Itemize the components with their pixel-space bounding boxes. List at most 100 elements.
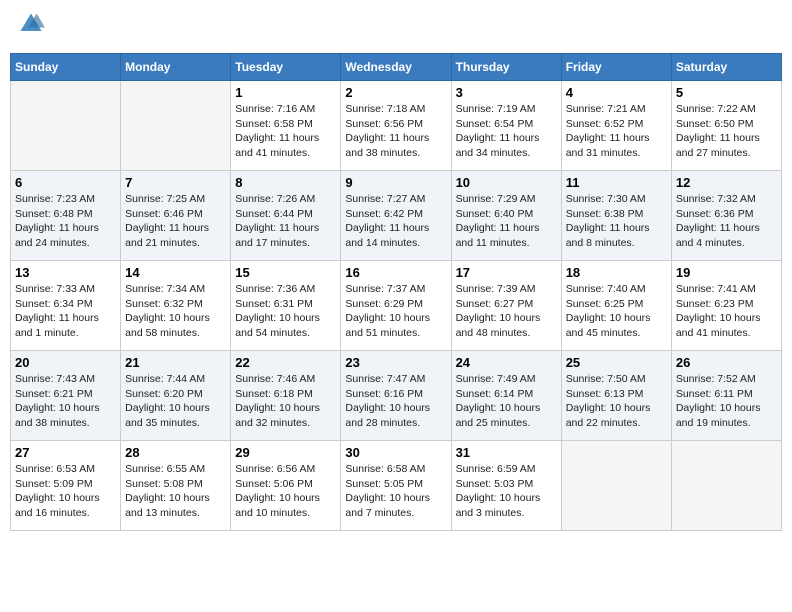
- weekday-header: Thursday: [451, 54, 561, 81]
- calendar-day-cell: 19 Sunrise: 7:41 AM Sunset: 6:23 PM Dayli…: [671, 261, 781, 351]
- calendar-day-cell: 29 Sunrise: 6:56 AM Sunset: 5:06 PM Dayli…: [231, 441, 341, 531]
- calendar-day-cell: 6 Sunrise: 7:23 AM Sunset: 6:48 PM Daylig…: [11, 171, 121, 261]
- calendar-day-cell: 26 Sunrise: 7:52 AM Sunset: 6:11 PM Dayli…: [671, 351, 781, 441]
- calendar-day-cell: [121, 81, 231, 171]
- calendar-day-cell: [561, 441, 671, 531]
- weekday-header: Saturday: [671, 54, 781, 81]
- calendar-day-cell: 30 Sunrise: 6:58 AM Sunset: 5:05 PM Dayli…: [341, 441, 451, 531]
- day-number: 30: [345, 445, 446, 460]
- day-info: Sunrise: 7:37 AM Sunset: 6:29 PM Dayligh…: [345, 282, 446, 341]
- weekday-header: Monday: [121, 54, 231, 81]
- day-info: Sunrise: 7:44 AM Sunset: 6:20 PM Dayligh…: [125, 372, 226, 431]
- day-number: 13: [15, 265, 116, 280]
- day-info: Sunrise: 7:36 AM Sunset: 6:31 PM Dayligh…: [235, 282, 336, 341]
- day-number: 1: [235, 85, 336, 100]
- day-number: 9: [345, 175, 446, 190]
- calendar-day-cell: 24 Sunrise: 7:49 AM Sunset: 6:14 PM Dayli…: [451, 351, 561, 441]
- day-info: Sunrise: 7:32 AM Sunset: 6:36 PM Dayligh…: [676, 192, 777, 251]
- day-number: 28: [125, 445, 226, 460]
- calendar-day-cell: 4Sunrise: 7:21 AM Sunset: 6:52 PM Daylig…: [561, 81, 671, 171]
- weekday-header: Sunday: [11, 54, 121, 81]
- day-number: 29: [235, 445, 336, 460]
- calendar-day-cell: 15 Sunrise: 7:36 AM Sunset: 6:31 PM Dayli…: [231, 261, 341, 351]
- day-number: 17: [456, 265, 557, 280]
- day-info: Sunrise: 6:58 AM Sunset: 5:05 PM Dayligh…: [345, 462, 446, 521]
- calendar-week-row: 27 Sunrise: 6:53 AM Sunset: 5:09 PM Dayli…: [11, 441, 782, 531]
- calendar-day-cell: 12 Sunrise: 7:32 AM Sunset: 6:36 PM Dayli…: [671, 171, 781, 261]
- day-number: 2: [345, 85, 446, 100]
- calendar-day-cell: 18 Sunrise: 7:40 AM Sunset: 6:25 PM Dayli…: [561, 261, 671, 351]
- day-number: 23: [345, 355, 446, 370]
- day-number: 14: [125, 265, 226, 280]
- day-info: Sunrise: 7:23 AM Sunset: 6:48 PM Dayligh…: [15, 192, 116, 251]
- day-number: 18: [566, 265, 667, 280]
- calendar-day-cell: [11, 81, 121, 171]
- day-info: Sunrise: 7:46 AM Sunset: 6:18 PM Dayligh…: [235, 372, 336, 431]
- day-info: Sunrise: 7:40 AM Sunset: 6:25 PM Dayligh…: [566, 282, 667, 341]
- calendar-day-cell: 21 Sunrise: 7:44 AM Sunset: 6:20 PM Dayli…: [121, 351, 231, 441]
- day-number: 8: [235, 175, 336, 190]
- weekday-header: Friday: [561, 54, 671, 81]
- calendar-day-cell: 9 Sunrise: 7:27 AM Sunset: 6:42 PM Daylig…: [341, 171, 451, 261]
- day-info: Sunrise: 7:22 AM Sunset: 6:50 PM Dayligh…: [676, 102, 777, 161]
- logo: [15, 10, 45, 43]
- day-number: 3: [456, 85, 557, 100]
- day-number: 5: [676, 85, 777, 100]
- calendar-week-row: 13 Sunrise: 7:33 AM Sunset: 6:34 PM Dayli…: [11, 261, 782, 351]
- calendar-day-cell: 22 Sunrise: 7:46 AM Sunset: 6:18 PM Dayli…: [231, 351, 341, 441]
- day-number: 11: [566, 175, 667, 190]
- calendar-table: SundayMondayTuesdayWednesdayThursdayFrid…: [10, 53, 782, 531]
- day-number: 25: [566, 355, 667, 370]
- calendar-day-cell: 7 Sunrise: 7:25 AM Sunset: 6:46 PM Daylig…: [121, 171, 231, 261]
- calendar-day-cell: 17 Sunrise: 7:39 AM Sunset: 6:27 PM Dayli…: [451, 261, 561, 351]
- page-header: [10, 10, 782, 43]
- day-number: 7: [125, 175, 226, 190]
- day-info: Sunrise: 7:41 AM Sunset: 6:23 PM Dayligh…: [676, 282, 777, 341]
- day-number: 12: [676, 175, 777, 190]
- day-info: Sunrise: 7:39 AM Sunset: 6:27 PM Dayligh…: [456, 282, 557, 341]
- weekday-header: Wednesday: [341, 54, 451, 81]
- day-number: 6: [15, 175, 116, 190]
- day-number: 15: [235, 265, 336, 280]
- day-number: 31: [456, 445, 557, 460]
- day-info: Sunrise: 6:56 AM Sunset: 5:06 PM Dayligh…: [235, 462, 336, 521]
- day-number: 16: [345, 265, 446, 280]
- day-info: Sunrise: 7:43 AM Sunset: 6:21 PM Dayligh…: [15, 372, 116, 431]
- calendar-day-cell: 10 Sunrise: 7:29 AM Sunset: 6:40 PM Dayli…: [451, 171, 561, 261]
- calendar-week-row: 20 Sunrise: 7:43 AM Sunset: 6:21 PM Dayli…: [11, 351, 782, 441]
- day-number: 10: [456, 175, 557, 190]
- day-info: Sunrise: 7:52 AM Sunset: 6:11 PM Dayligh…: [676, 372, 777, 431]
- day-info: Sunrise: 7:34 AM Sunset: 6:32 PM Dayligh…: [125, 282, 226, 341]
- day-info: Sunrise: 7:21 AM Sunset: 6:52 PM Dayligh…: [566, 102, 667, 161]
- day-info: Sunrise: 7:25 AM Sunset: 6:46 PM Dayligh…: [125, 192, 226, 251]
- day-info: Sunrise: 7:26 AM Sunset: 6:44 PM Dayligh…: [235, 192, 336, 251]
- calendar-day-cell: 5 Sunrise: 7:22 AM Sunset: 6:50 PM Daylig…: [671, 81, 781, 171]
- day-number: 20: [15, 355, 116, 370]
- day-number: 24: [456, 355, 557, 370]
- calendar-header-row: SundayMondayTuesdayWednesdayThursdayFrid…: [11, 54, 782, 81]
- day-number: 19: [676, 265, 777, 280]
- calendar-day-cell: 23Sunrise: 7:47 AM Sunset: 6:16 PM Dayli…: [341, 351, 451, 441]
- calendar-day-cell: 25Sunrise: 7:50 AM Sunset: 6:13 PM Dayli…: [561, 351, 671, 441]
- day-info: Sunrise: 7:29 AM Sunset: 6:40 PM Dayligh…: [456, 192, 557, 251]
- day-info: Sunrise: 7:27 AM Sunset: 6:42 PM Dayligh…: [345, 192, 446, 251]
- day-info: Sunrise: 7:19 AM Sunset: 6:54 PM Dayligh…: [456, 102, 557, 161]
- calendar-day-cell: 2Sunrise: 7:18 AM Sunset: 6:56 PM Daylig…: [341, 81, 451, 171]
- calendar-day-cell: 1Sunrise: 7:16 AM Sunset: 6:58 PM Daylig…: [231, 81, 341, 171]
- calendar-day-cell: 11Sunrise: 7:30 AM Sunset: 6:38 PM Dayli…: [561, 171, 671, 261]
- calendar-day-cell: 31 Sunrise: 6:59 AM Sunset: 5:03 PM Dayli…: [451, 441, 561, 531]
- calendar-day-cell: 20 Sunrise: 7:43 AM Sunset: 6:21 PM Dayli…: [11, 351, 121, 441]
- day-info: Sunrise: 6:59 AM Sunset: 5:03 PM Dayligh…: [456, 462, 557, 521]
- day-info: Sunrise: 6:53 AM Sunset: 5:09 PM Dayligh…: [15, 462, 116, 521]
- day-info: Sunrise: 7:49 AM Sunset: 6:14 PM Dayligh…: [456, 372, 557, 431]
- day-number: 22: [235, 355, 336, 370]
- day-info: Sunrise: 7:33 AM Sunset: 6:34 PM Dayligh…: [15, 282, 116, 341]
- day-number: 21: [125, 355, 226, 370]
- day-number: 27: [15, 445, 116, 460]
- day-number: 26: [676, 355, 777, 370]
- calendar-day-cell: 27 Sunrise: 6:53 AM Sunset: 5:09 PM Dayli…: [11, 441, 121, 531]
- weekday-header: Tuesday: [231, 54, 341, 81]
- calendar-week-row: 6 Sunrise: 7:23 AM Sunset: 6:48 PM Daylig…: [11, 171, 782, 261]
- calendar-day-cell: 8 Sunrise: 7:26 AM Sunset: 6:44 PM Daylig…: [231, 171, 341, 261]
- calendar-day-cell: [671, 441, 781, 531]
